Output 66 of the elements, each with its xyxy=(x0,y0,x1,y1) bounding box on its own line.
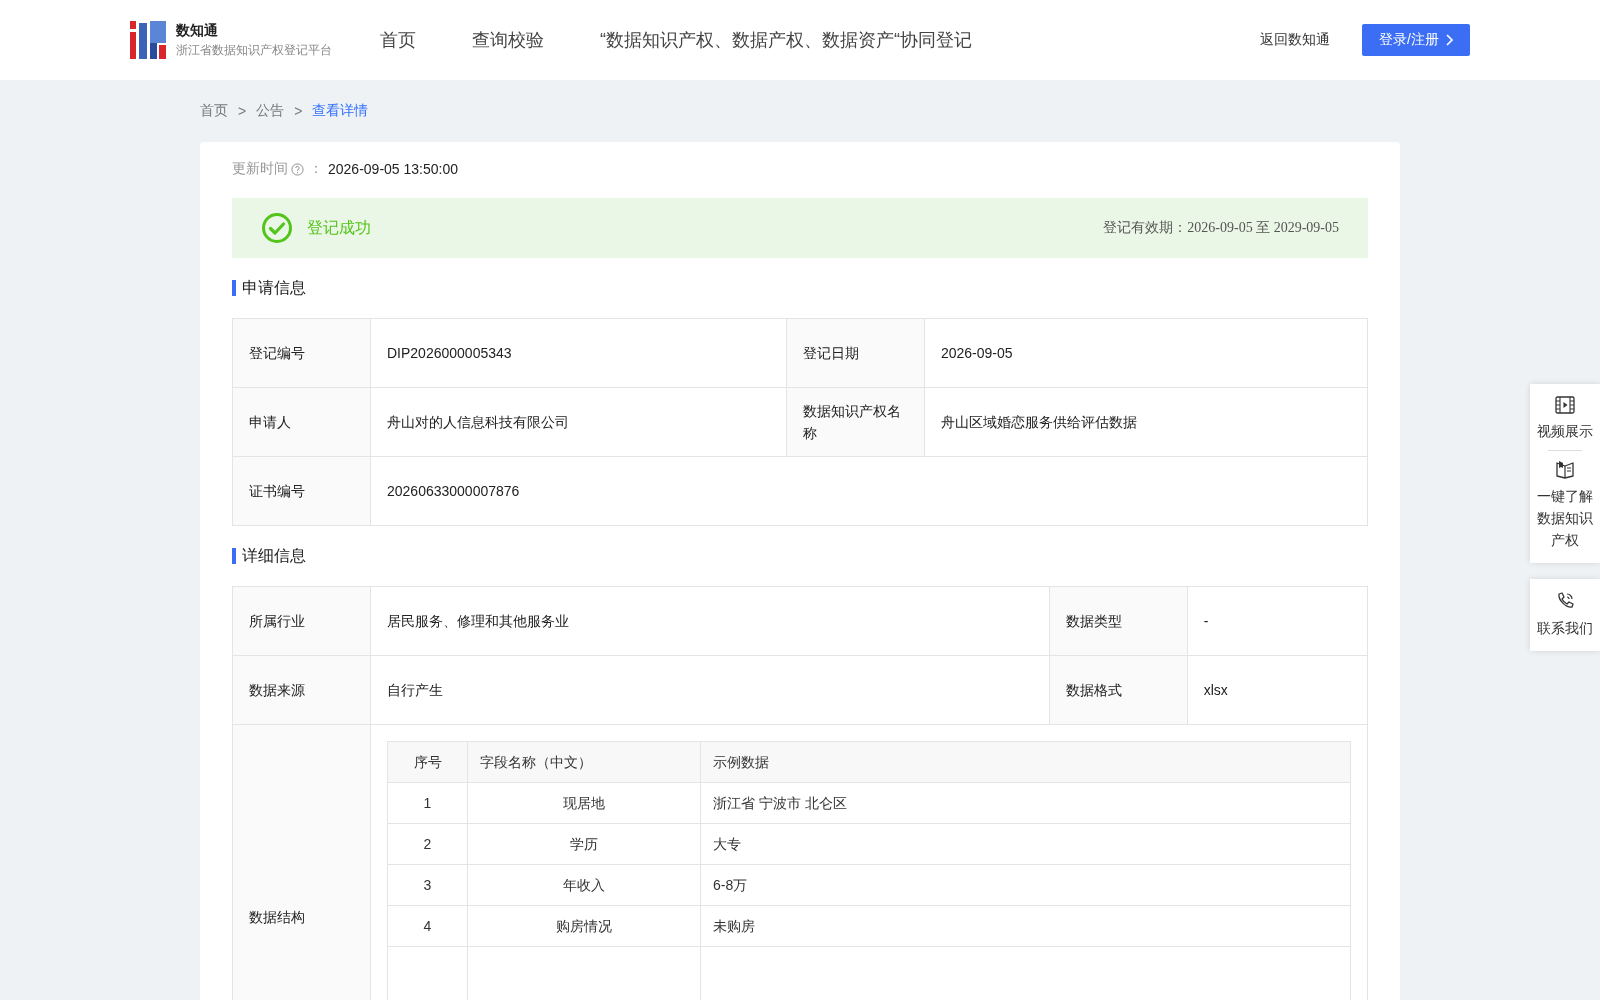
back-link[interactable]: 返回数知通 xyxy=(1260,31,1330,49)
field-label: 登记编号 xyxy=(232,318,371,388)
update-label: 更新时间 xyxy=(232,160,288,178)
side-panel-link[interactable]: 一键了解数据知识产权 xyxy=(1530,459,1600,551)
field-value: 20260633000007876 xyxy=(370,456,1368,526)
field-label: 数据来源 xyxy=(232,655,371,725)
section-title: 详细信息 xyxy=(232,548,1368,564)
logo-icon xyxy=(130,21,166,59)
table-cell: 未购房 xyxy=(700,905,1351,947)
nav-link[interactable]: “数据知识产权、数据产权、数据资产“协同登记 xyxy=(600,28,972,52)
field-label: 申请人 xyxy=(232,387,371,457)
field-label: 数据知识产权名称 xyxy=(786,387,925,457)
validity-text: 登记有效期：2026-09-05 至 2029-09-05 xyxy=(1103,219,1339,237)
field-value: 居民服务、修理和其他服务业 xyxy=(370,586,1050,656)
column-header: 示例数据 xyxy=(700,741,1351,783)
update-colon: ： xyxy=(309,160,323,178)
film-icon xyxy=(1555,396,1575,414)
check-circle-icon xyxy=(261,212,293,244)
field-label: 证书编号 xyxy=(232,456,371,526)
nav-link[interactable]: 查询校验 xyxy=(472,28,544,52)
field-label: 数据结构 xyxy=(232,724,371,1000)
breadcrumb-separator: > xyxy=(294,103,303,119)
side-panel-label: 视频展示 xyxy=(1536,422,1594,441)
breadcrumb-link[interactable]: 查看详情 xyxy=(312,102,369,120)
update-time: 2026-09-05 13:50:00 xyxy=(328,161,458,177)
book-icon xyxy=(1555,459,1575,479)
phone-icon xyxy=(1555,591,1575,611)
table-cell: 4 xyxy=(387,905,468,947)
field-label: 登记日期 xyxy=(786,318,925,388)
column-header: 字段名称（中文） xyxy=(467,741,701,783)
field-value: DIP2026000005343 xyxy=(370,318,787,388)
breadcrumb-link[interactable]: 公告 xyxy=(256,102,285,120)
logo-subtitle: 浙江省数据知识产权登记平台 xyxy=(176,41,332,59)
breadcrumb-separator: > xyxy=(238,103,247,119)
nav-link[interactable]: 首页 xyxy=(380,28,416,52)
field-label: 数据格式 xyxy=(1049,655,1188,725)
status-text: 登记成功 xyxy=(307,217,372,238)
field-value: 2026-09-05 xyxy=(924,318,1368,388)
field-value: 舟山对的人信息科技有限公司 xyxy=(370,387,787,457)
chevron-icon xyxy=(1444,34,1453,46)
side-panel-link[interactable]: 视频展示 xyxy=(1530,396,1600,442)
field-label: 数据类型 xyxy=(1049,586,1188,656)
field-value: xlsx xyxy=(1187,655,1368,725)
field-label: 所属行业 xyxy=(232,586,371,656)
table-cell: 购房情况 xyxy=(467,905,701,947)
table-cell: 1 xyxy=(387,782,468,824)
table-cell: 2 xyxy=(387,823,468,865)
table-cell: 浙江省 宁波市 北仑区 xyxy=(700,782,1351,824)
side-panel-link[interactable]: 联系我们 xyxy=(1530,591,1600,639)
side-panel-label: 一键了解数据知识产权 xyxy=(1536,487,1594,550)
table-cell: 大专 xyxy=(700,823,1351,865)
logo-title: 数知通 xyxy=(176,21,219,40)
table-cell: 现居地 xyxy=(467,782,701,824)
field-value: 舟山区域婚恋服务供给评估数据 xyxy=(924,387,1368,457)
table-cell: 年收入 xyxy=(467,864,701,906)
table-cell: 学历 xyxy=(467,823,701,865)
breadcrumb-link[interactable]: 首页 xyxy=(200,102,228,120)
section-title: 申请信息 xyxy=(232,280,1368,296)
table-cell: 3 xyxy=(387,864,468,906)
field-value: - xyxy=(1187,586,1368,656)
column-header: 序号 xyxy=(387,741,468,783)
field-value: 自行产生 xyxy=(370,655,1050,725)
table-cell: 6-8万 xyxy=(700,864,1351,906)
help-icon xyxy=(291,162,304,176)
side-panel-label: 联系我们 xyxy=(1536,619,1594,638)
login-button[interactable]: 登录/注册 xyxy=(1362,24,1470,56)
